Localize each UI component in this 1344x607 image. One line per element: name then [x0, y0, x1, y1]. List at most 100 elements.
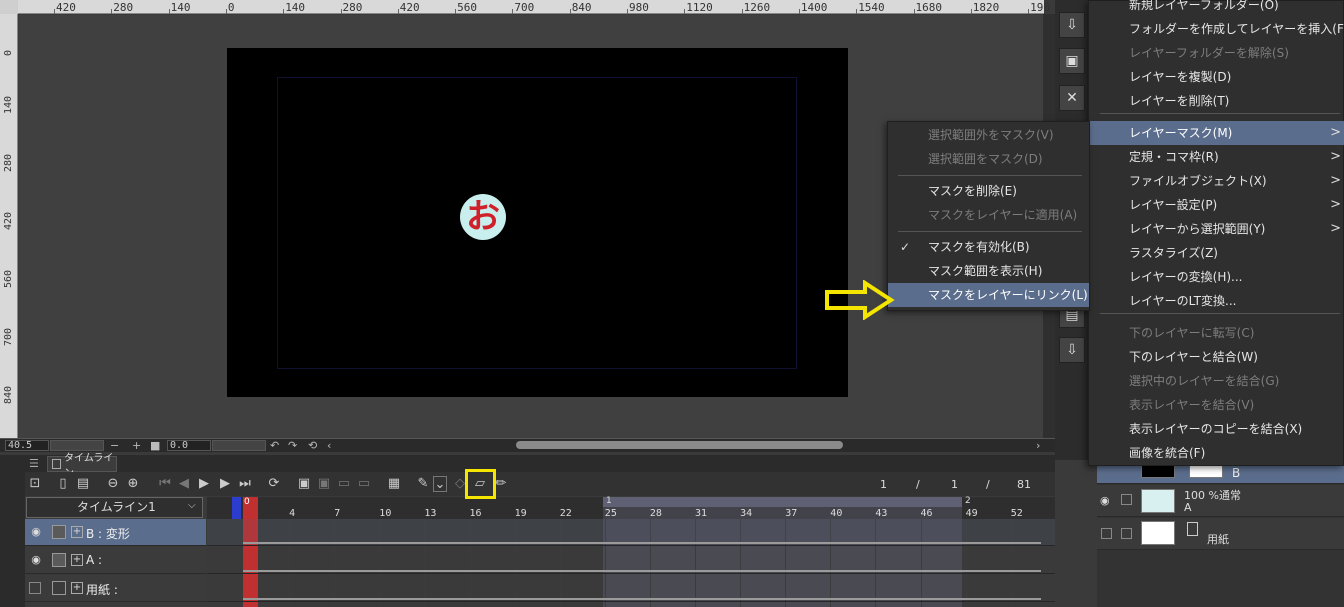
chevron-down-icon[interactable]: ⌵ [188, 500, 196, 511]
prev-frame-icon[interactable]: ◀ [176, 476, 192, 492]
submenu-separator [898, 231, 1082, 232]
keyframe-dropdown-icon[interactable]: ⌄ [433, 476, 447, 492]
tab-timeline[interactable]: タイムライン [47, 453, 117, 479]
expand-plus-icon[interactable]: + [71, 582, 83, 594]
submenu-item[interactable]: ✓ マスクを有効化(B) [888, 235, 1089, 259]
submenu-item[interactable]: マスク範囲を表示(H) [888, 259, 1089, 283]
visibility-checkbox[interactable] [29, 582, 41, 594]
ruler-vertical[interactable]: 0 140 280 420 560 700 840 [0, 14, 18, 438]
ruler-top-tick [1028, 9, 1030, 14]
menu-item[interactable]: レイヤーの変換(H)... [1089, 265, 1344, 289]
loop-icon[interactable]: ⟳ [266, 476, 282, 492]
zoom-field[interactable]: 40.5 [5, 440, 49, 451]
ruler-horizontal[interactable]: 420 280 140 0 140 280 420 560 700 840 980 1120 1260 1… [0, 0, 1050, 14]
start-marker[interactable] [232, 497, 241, 519]
menu-item[interactable]: 新規レイヤーフォルダー(O) [1089, 0, 1344, 17]
frame-number: 10 [379, 508, 392, 519]
eye-icon[interactable]: ◉ [29, 525, 43, 539]
ruler-top-label: 140 [170, 1, 191, 14]
rotate-slider[interactable] [212, 440, 266, 451]
frame-end: 81 [1017, 478, 1031, 491]
eye-icon[interactable]: ◉ [29, 553, 43, 567]
circle-character-object: お [460, 194, 506, 240]
timeline-tab-icon [52, 459, 62, 469]
new-timeline-icon[interactable]: ▯ [55, 476, 71, 492]
submenu-item[interactable]: マスクを削除(E) [888, 179, 1089, 203]
submenu-item-label: マスクを削除(E) [928, 184, 1017, 198]
keyframe-pen-icon[interactable]: ✎ [415, 476, 431, 492]
last-frame-icon[interactable]: ⏭ [237, 476, 253, 492]
submenu-item: 選択範囲外をマスク(V) [888, 123, 1089, 147]
eye-icon[interactable]: ◉ [1100, 494, 1110, 507]
new-animation-cel-icon[interactable]: ▣ [296, 476, 312, 492]
ruler-top-tick [54, 9, 55, 14]
fit-square-icon[interactable]: ■ [150, 439, 160, 452]
menu-item[interactable]: レイヤーから選択範囲(Y) > [1089, 217, 1344, 241]
play-icon[interactable]: ▶ [196, 476, 212, 492]
clip-studio-window: お 420 280 140 0 140 280 420 560 700 840 980 1120 126… [0, 0, 1344, 607]
timeline-left-strip [0, 455, 25, 607]
menu-item[interactable]: 表示レイヤーのコピーを結合(X) [1089, 417, 1344, 441]
angle-field[interactable]: 0.0 [167, 440, 211, 451]
menu-item-label: 定規・コマ枠(R) [1129, 150, 1219, 164]
clipboard-icon[interactable]: ▣ [1059, 48, 1085, 74]
safe-frame-guide [277, 77, 797, 369]
timeline-tab-bar [25, 455, 1055, 472]
menu-item[interactable]: レイヤーを複製(D) [1089, 65, 1344, 89]
menu-item[interactable]: 定規・コマ枠(R) > [1089, 145, 1344, 169]
menu-item[interactable]: レイヤーマスク(M) > [1089, 121, 1344, 145]
menu-item[interactable]: ファイルオブジェクト(X) > [1089, 169, 1344, 193]
zoom-in-timeline-icon[interactable]: ⊕ [125, 476, 141, 492]
clear-cel-icon[interactable]: ▭ [356, 476, 372, 492]
ruler-top-label: 140 [285, 1, 306, 14]
menu-item[interactable]: ラスタライズ(Z) [1089, 241, 1344, 265]
ruler-top-label: 1400 [800, 1, 828, 14]
assign-cel-icon[interactable]: ▣ [316, 476, 332, 492]
cel-bar-a [243, 570, 1041, 572]
export-icon[interactable]: ⇩ [1059, 337, 1085, 363]
menu-item-label: 選択中のレイヤーを結合(G) [1129, 374, 1280, 388]
timeline-layer-b[interactable]: ◉ + B : 変形 [25, 519, 206, 546]
next-frame-icon[interactable]: ▶ [217, 476, 233, 492]
menu-item[interactable]: レイヤーを削除(T) [1089, 89, 1344, 113]
specify-cel-icon[interactable]: ▭ [336, 476, 352, 492]
rotate-left-icon[interactable]: ↶ [270, 439, 279, 452]
menu-item[interactable]: レイヤーのLT変換... [1089, 289, 1344, 313]
expand-plus-icon[interactable]: + [71, 554, 83, 566]
timeline-layer-paper[interactable]: + 用紙 : [25, 575, 206, 602]
timeline-settings-icon[interactable]: ⊡ [27, 476, 43, 492]
expand-plus-icon[interactable]: + [71, 526, 83, 538]
menu-item[interactable]: レイヤー設定(P) > [1089, 193, 1344, 217]
onion-skin-icon[interactable]: ▦ [386, 476, 402, 492]
edit-timeline-icon[interactable]: ▤ [75, 476, 91, 492]
submenu-item[interactable]: マスクをレイヤーにリンク(L) [888, 283, 1089, 307]
menu-item: 下のレイヤーに転写(C) [1089, 321, 1344, 345]
canvas-horizontal-scroll-thumb[interactable] [516, 441, 843, 449]
menu-item-label: レイヤーを複製(D) [1129, 70, 1232, 84]
zoom-out-timeline-icon[interactable]: ⊖ [105, 476, 121, 492]
first-frame-icon[interactable]: ⏮ [157, 476, 173, 492]
menu-item[interactable]: 画像を統合(F) [1089, 441, 1344, 465]
import-icon[interactable]: ⇩ [1059, 12, 1085, 38]
scroll-left-icon[interactable]: ‹ [327, 439, 331, 452]
zoom-in-icon[interactable]: + [132, 439, 141, 452]
lock-checkbox[interactable] [1121, 494, 1132, 505]
layer-row-paper[interactable]: 用紙 [1097, 518, 1344, 550]
scroll-right-icon[interactable]: › [1036, 439, 1040, 452]
submenu-arrow-icon: > [1330, 149, 1341, 164]
delete-layer-icon[interactable]: ✕ [1059, 85, 1085, 111]
visibility-checkbox[interactable] [1101, 528, 1112, 539]
submenu-item-label: マスク範囲を表示(H) [928, 264, 1043, 278]
timeline-layer-a[interactable]: ◉ + A : [25, 547, 206, 574]
menu-item[interactable]: フォルダーを作成してレイヤーを挿入(F) [1089, 17, 1344, 41]
submenu-arrow-icon: > [1330, 173, 1341, 188]
rotate-right-icon[interactable]: ↷ [288, 439, 297, 452]
ruler-left-label: 0 [3, 49, 14, 56]
reset-rotation-icon[interactable]: ⟲ [308, 439, 317, 452]
timeline-select[interactable]: タイムライン1 [26, 497, 203, 518]
menu-item[interactable]: 下のレイヤーと結合(W) [1089, 345, 1344, 369]
lock-checkbox[interactable] [1121, 528, 1132, 539]
layer-row-a[interactable]: ◉ 100 %通常 A [1097, 485, 1344, 517]
ruler-top-tick [569, 9, 571, 14]
panel-menu-icon[interactable]: ☰ [29, 457, 39, 470]
